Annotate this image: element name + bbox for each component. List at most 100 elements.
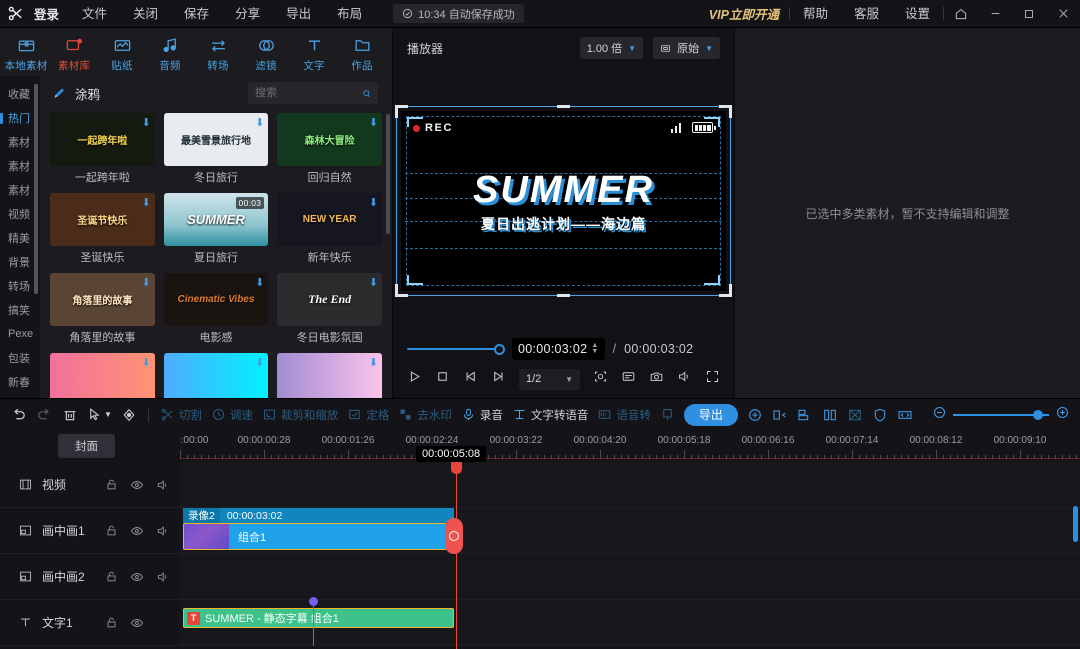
track-lock-button[interactable] [98, 616, 124, 629]
library-item-thumb[interactable]: 一起跨年啦 ⬇ [50, 113, 155, 166]
current-time-field[interactable]: 00:00:03:02 ▲▼ [512, 338, 605, 360]
track-mute-button[interactable] [150, 570, 176, 584]
align-in-button[interactable] [772, 407, 788, 423]
track-row-text1[interactable]: 文字1 T SUMMER - 静态字幕 组合1 [0, 600, 1080, 646]
track-visibility-button[interactable] [124, 570, 150, 584]
library-item-thumb[interactable]: ⬇ [50, 353, 155, 398]
marker-button[interactable] [660, 407, 675, 422]
zoom-slider-knob[interactable] [1033, 410, 1043, 420]
volume-button[interactable] [677, 369, 692, 389]
track-lane-pip2[interactable] [180, 554, 1080, 599]
track-visibility-button[interactable] [124, 478, 150, 492]
shield-button[interactable] [872, 407, 888, 423]
fit-button[interactable] [593, 369, 608, 389]
remove-watermark-button[interactable]: 去水印 [398, 407, 452, 423]
library-item[interactable]: The End ⬇ 冬日电影氛围 [277, 273, 382, 345]
record-audio-button[interactable]: 录音 [461, 407, 503, 423]
track-lock-button[interactable] [98, 478, 124, 491]
app-logo[interactable] [0, 0, 30, 28]
clip-drag-handle[interactable] [445, 518, 463, 554]
resize-handle-bc[interactable] [557, 294, 570, 297]
track-visibility-button[interactable] [124, 524, 150, 538]
library-item[interactable]: 一起跨年啦 ⬇ 一起跨年啦 [50, 113, 155, 185]
library-item-thumb[interactable]: 圣诞节快乐 ⬇ [50, 193, 155, 246]
tab-sticker[interactable]: 贴纸 [98, 32, 146, 73]
play-button[interactable] [407, 369, 422, 389]
fit-width-button[interactable] [897, 407, 913, 423]
playhead[interactable] [456, 462, 457, 649]
tracks-scrollbar[interactable] [1073, 506, 1078, 542]
freeze-button[interactable]: 定格 [347, 407, 389, 423]
speech-to-text-button[interactable]: 语音转 [597, 407, 651, 423]
tab-media-library[interactable]: 素材库 [50, 32, 98, 73]
tab-local-media[interactable]: 本地素材 [2, 32, 50, 73]
maximize-button[interactable] [1012, 0, 1046, 28]
time-stepper[interactable]: ▲▼ [591, 343, 598, 355]
tab-project[interactable]: 作品 [338, 32, 386, 73]
library-item[interactable]: ⬇ [277, 353, 382, 398]
quality-dropdown[interactable]: 原始 ▼ [653, 37, 720, 59]
text-clip[interactable]: T SUMMER - 静态字幕 组合1 [183, 608, 454, 628]
menu-support[interactable]: 客服 [841, 0, 892, 28]
keyframe-button[interactable] [121, 407, 137, 423]
speed-dropdown[interactable]: 1.00 倍 ▼ [580, 37, 643, 59]
home-button[interactable] [944, 0, 978, 28]
category-pexels[interactable]: Pexe [0, 322, 40, 346]
speed-button[interactable]: 调速 [211, 407, 253, 423]
library-item[interactable]: 角落里的故事 ⬇ 角落里的故事 [50, 273, 155, 345]
menu-close[interactable]: 关闭 [120, 0, 171, 28]
resize-handle-tc[interactable] [557, 105, 570, 108]
prev-frame-button[interactable] [463, 369, 478, 389]
category-scrollbar[interactable] [34, 84, 38, 294]
fullscreen-button[interactable] [705, 369, 720, 389]
login-button[interactable]: 登录 [30, 4, 69, 23]
delete-button[interactable] [62, 407, 78, 423]
download-icon[interactable]: ⬇ [369, 196, 378, 209]
resize-handle-b[interactable] [395, 294, 408, 297]
align-split-button[interactable] [797, 407, 813, 423]
timeline-zoom-button[interactable] [747, 407, 763, 423]
menu-export[interactable]: 导出 [273, 0, 324, 28]
library-item-thumb[interactable]: 角落里的故事 ⬇ [50, 273, 155, 326]
library-item-thumb[interactable]: NEW YEAR ⬇ [277, 193, 382, 246]
download-icon[interactable]: ⬇ [141, 196, 150, 209]
track-lane-pip1[interactable]: 录像2 00:00:03:02 组合1 [180, 508, 1080, 553]
download-icon[interactable]: ⬇ [369, 116, 378, 129]
library-item-thumb[interactable]: ⬇ [164, 353, 269, 398]
download-icon[interactable]: ⬇ [369, 356, 378, 369]
library-item[interactable]: 圣诞节快乐 ⬇ 圣诞快乐 [50, 193, 155, 265]
menu-help[interactable]: 帮助 [790, 0, 841, 28]
library-item-thumb[interactable]: 森林大冒险 ⬇ [277, 113, 382, 166]
split-button[interactable]: 切割 [160, 407, 202, 423]
library-item[interactable]: NEW YEAR ⬇ 新年快乐 [277, 193, 382, 265]
undo-button[interactable] [10, 406, 27, 423]
library-item-thumb[interactable]: SUMMER 00:03 [164, 193, 269, 246]
subtitle-button[interactable] [621, 369, 636, 389]
playback-slider[interactable] [407, 342, 504, 356]
library-item[interactable]: 最美雪景旅行地 ⬇ 冬日旅行 [164, 113, 269, 185]
timeline-zoom-slider[interactable] [932, 405, 1070, 425]
playback-slider-knob[interactable] [494, 344, 505, 355]
library-item[interactable]: Cinematic Vibes ⬇ 电影感 [164, 273, 269, 345]
library-item[interactable]: 森林大冒险 ⬇ 回归自然 [277, 113, 382, 185]
track-lock-button[interactable] [98, 570, 124, 583]
tab-transition[interactable]: 转场 [194, 32, 242, 73]
library-item-thumb[interactable]: ⬇ [277, 353, 382, 398]
resize-handle-tr2[interactable] [719, 105, 732, 108]
menu-save[interactable]: 保存 [171, 0, 222, 28]
split-view-button[interactable] [822, 407, 838, 423]
search-box[interactable] [248, 82, 378, 104]
library-item-thumb[interactable]: 最美雪景旅行地 ⬇ [164, 113, 269, 166]
text-to-speech-button[interactable]: 文字转语音 [512, 407, 589, 423]
chevron-down-icon[interactable]: ▼ [104, 410, 112, 419]
close-button[interactable] [1046, 0, 1080, 28]
download-icon[interactable]: ⬇ [141, 276, 150, 289]
playhead-handle[interactable] [451, 462, 462, 474]
stop-button[interactable] [435, 369, 450, 389]
library-item-thumb[interactable]: The End ⬇ [277, 273, 382, 326]
pip-clip[interactable]: 组合1 [183, 523, 454, 550]
redo-button[interactable] [36, 406, 53, 423]
download-icon[interactable]: ⬇ [141, 356, 150, 369]
zoom-out-button[interactable] [932, 405, 947, 425]
category-packaging[interactable]: 包装 [0, 346, 40, 370]
